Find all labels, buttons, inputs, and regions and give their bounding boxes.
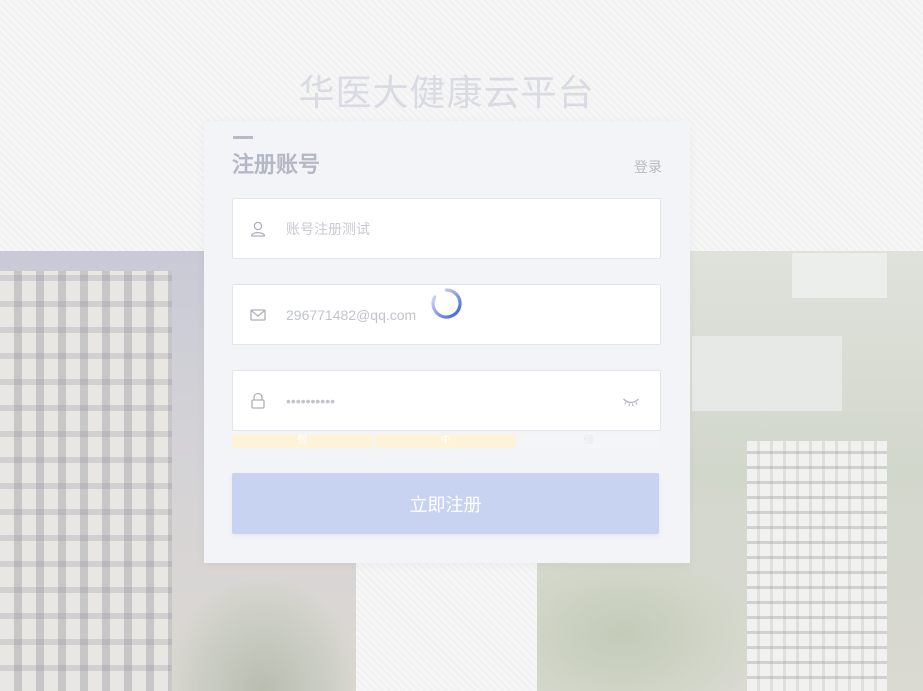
rooftop-image: [792, 253, 887, 298]
trees-image: [537, 551, 747, 691]
spinner-icon: [431, 288, 462, 319]
eye-closed-icon[interactable]: [622, 396, 640, 408]
register-card: 注册账号 登录 弱 中 强 立即注册: [204, 121, 690, 563]
strength-weak: 弱: [232, 434, 373, 448]
title-accent-bar: [233, 136, 253, 139]
username-field[interactable]: [232, 198, 661, 259]
trees-image: [170, 581, 356, 691]
username-input[interactable]: [286, 216, 616, 242]
strength-strong: 强: [518, 434, 659, 448]
building-image-left: [0, 271, 172, 691]
lock-icon: [251, 392, 265, 409]
user-icon: [250, 221, 266, 237]
building-image-right: [747, 441, 887, 691]
site-title: 华医大健康云平台: [298, 73, 595, 114]
password-field[interactable]: [232, 370, 661, 431]
strength-medium: 中: [375, 434, 516, 448]
rooftop-image: [692, 336, 842, 411]
mail-icon: [250, 309, 266, 321]
password-strength-meter: 弱 中 强: [232, 434, 661, 448]
login-link[interactable]: 登录: [634, 157, 662, 177]
password-input[interactable]: [286, 388, 616, 414]
register-button[interactable]: 立即注册: [232, 473, 659, 534]
card-title: 注册账号: [232, 153, 321, 178]
